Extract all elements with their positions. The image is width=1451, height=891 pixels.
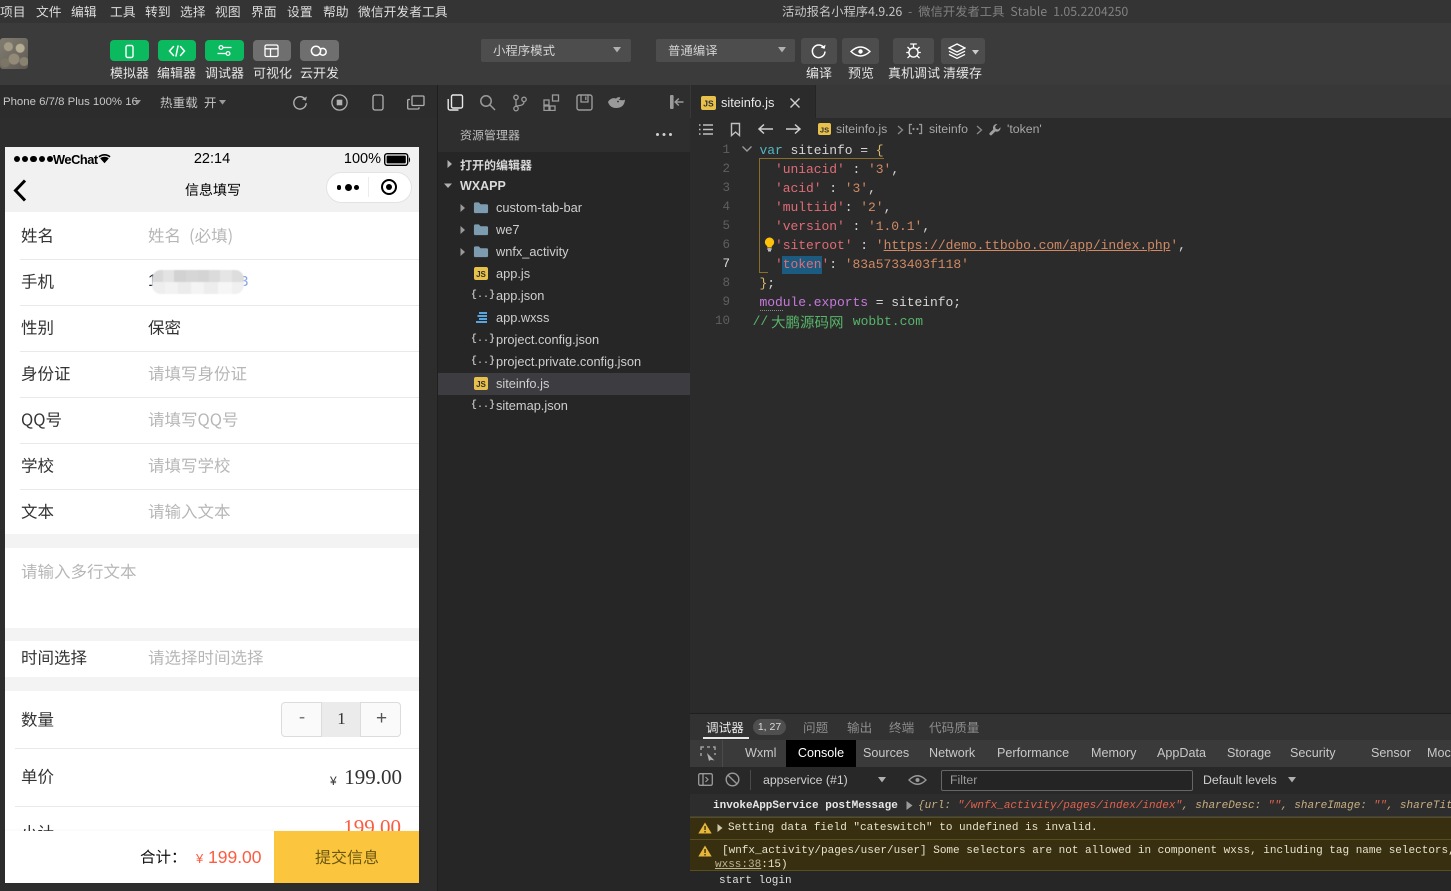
svg-text:JS: JS <box>820 126 829 135</box>
svg-text:JS: JS <box>476 270 486 279</box>
svg-text:JS: JS <box>703 98 714 108</box>
svg-text:JS: JS <box>476 380 486 389</box>
